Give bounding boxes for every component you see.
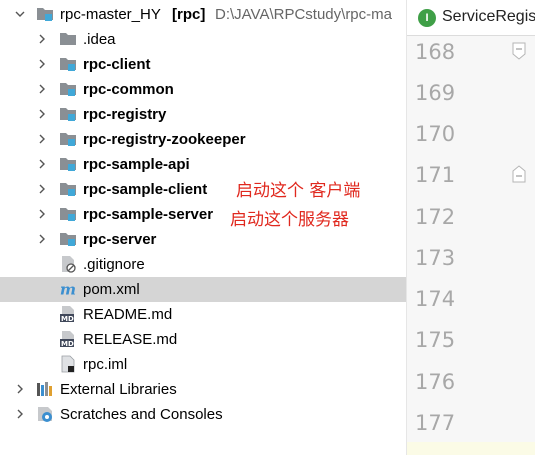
svg-text:m: m <box>60 280 76 298</box>
server-annotation: 启动这个服务器 <box>230 210 349 230</box>
line-number: 171 <box>415 163 456 187</box>
tree-row-rpc-server[interactable]: rpc-server <box>0 227 406 252</box>
library-icon <box>36 380 54 398</box>
svg-text:MD: MD <box>61 340 74 348</box>
module-folder-icon <box>59 230 77 248</box>
tree-row-pom-xml[interactable]: m pom.xml <box>0 277 406 302</box>
chevron-right-icon[interactable] <box>36 58 48 70</box>
interface-icon: I <box>418 9 436 27</box>
tree-item-label: rpc-common <box>83 81 174 98</box>
module-folder-icon <box>36 5 54 23</box>
chevron-right-icon[interactable] <box>36 33 48 45</box>
tree-row-rpc-common[interactable]: rpc-common <box>0 77 406 102</box>
module-folder-icon <box>59 180 77 198</box>
tab-label: ServiceRegis <box>442 8 535 25</box>
chevron-right-icon[interactable] <box>36 208 48 220</box>
tree-row-rpc-client[interactable]: rpc-client <box>0 52 406 77</box>
chevron-right-icon[interactable] <box>36 83 48 95</box>
line-number: 168 <box>415 40 456 64</box>
tree-item-label: rpc-registry-zookeeper <box>83 131 246 148</box>
line-number: 175 <box>415 328 456 352</box>
module-folder-icon <box>59 205 77 223</box>
line-number: 176 <box>415 370 456 394</box>
caret-line-highlight <box>407 442 535 455</box>
tree-row-rpc-registry-zookeeper[interactable]: rpc-registry-zookeeper <box>0 127 406 152</box>
chevron-right-icon[interactable] <box>36 158 48 170</box>
line-number: 170 <box>415 122 456 146</box>
root-module-tag: [rpc] <box>172 6 206 23</box>
tree-row-gitignore[interactable]: .gitignore <box>0 252 406 277</box>
tree-item-label: rpc.iml <box>83 356 128 373</box>
chevron-down-icon[interactable] <box>14 8 26 20</box>
folder-icon <box>59 30 77 48</box>
line-number: 177 <box>415 411 456 435</box>
module-folder-icon <box>59 130 77 148</box>
tree-row-rpc-registry[interactable]: rpc-registry <box>0 102 406 127</box>
tree-item-label: rpc-sample-client <box>83 181 208 198</box>
tree-item-label: External Libraries <box>60 381 177 398</box>
chevron-right-icon[interactable] <box>36 133 48 145</box>
root-module-path: D:\JAVA\RPCstudy\rpc-ma <box>215 6 392 23</box>
chevron-right-icon[interactable] <box>14 383 26 395</box>
iml-file-icon <box>59 355 77 373</box>
markdown-file-icon: MD <box>59 305 77 323</box>
tree-row-external-libraries[interactable]: External Libraries <box>0 377 406 402</box>
tree-row-release[interactable]: MD RELEASE.md <box>0 327 406 352</box>
module-folder-icon <box>59 80 77 98</box>
chevron-right-icon[interactable] <box>36 233 48 245</box>
tree-row-rpc-sample-api[interactable]: rpc-sample-api <box>0 152 406 177</box>
line-number: 169 <box>415 81 456 105</box>
scratches-icon <box>36 405 54 423</box>
tree-item-label: pom.xml <box>83 281 140 298</box>
tree-item-label: rpc-client <box>83 56 151 73</box>
tree-item-label: README.md <box>83 306 173 323</box>
markdown-file-icon: MD <box>59 330 77 348</box>
ignored-file-icon <box>59 255 77 273</box>
editor-tab[interactable]: I ServiceRegis <box>407 0 535 36</box>
chevron-right-icon[interactable] <box>36 183 48 195</box>
project-tree: rpc-master_HY [rpc] D:\JAVA\RPCstudy\rpc… <box>0 0 406 455</box>
line-number: 173 <box>415 246 456 270</box>
tree-item-label: rpc-server <box>83 231 157 248</box>
fold-end-icon[interactable] <box>512 165 526 183</box>
tree-item-label: rpc-sample-server <box>83 206 214 223</box>
tree-item-label: RELEASE.md <box>83 331 178 348</box>
client-annotation: 启动这个 客户端 <box>236 181 361 201</box>
line-number: 172 <box>415 205 456 229</box>
tree-row-readme[interactable]: MD README.md <box>0 302 406 327</box>
tree-item-label: Scratches and Consoles <box>60 406 223 423</box>
chevron-right-icon[interactable] <box>36 108 48 120</box>
tree-row-scratches[interactable]: Scratches and Consoles <box>0 402 406 427</box>
tree-item-label: .gitignore <box>83 256 145 273</box>
module-folder-icon <box>59 155 77 173</box>
root-module-name: rpc-master_HY <box>60 6 161 23</box>
maven-m-icon: m <box>59 280 77 298</box>
tree-item-label: .idea <box>83 31 116 48</box>
chevron-right-icon[interactable] <box>14 408 26 420</box>
tree-item-label: rpc-sample-api <box>83 156 190 173</box>
svg-text:MD: MD <box>61 315 74 323</box>
tree-item-label: rpc-registry <box>83 106 167 123</box>
fold-start-icon[interactable] <box>512 42 526 60</box>
tree-row-root[interactable]: rpc-master_HY [rpc] D:\JAVA\RPCstudy\rpc… <box>0 2 406 27</box>
editor-pane: I ServiceRegis 168 169 170 171 172 173 1… <box>406 0 535 455</box>
module-folder-icon <box>59 105 77 123</box>
line-number: 174 <box>415 287 456 311</box>
tree-row-idea[interactable]: .idea <box>0 27 406 52</box>
tree-row-rpc-iml[interactable]: rpc.iml <box>0 352 406 377</box>
module-folder-icon <box>59 55 77 73</box>
